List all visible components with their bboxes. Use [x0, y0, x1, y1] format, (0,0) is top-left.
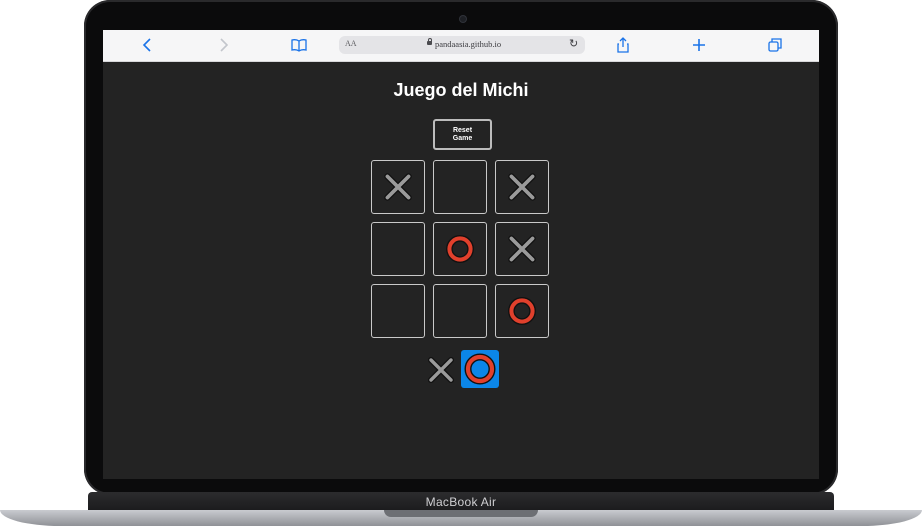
- reload-icon[interactable]: ↻: [569, 37, 578, 50]
- reset-game-label: Reset Game: [452, 126, 473, 142]
- laptop-notch: [384, 510, 538, 517]
- board-cell[interactable]: [371, 160, 425, 214]
- url-text: pandaasia.github.io: [435, 39, 502, 49]
- o-mark-icon: [464, 353, 496, 385]
- turn-x-indicator: [425, 354, 457, 386]
- x-mark-icon: [428, 357, 454, 383]
- device-label: MacBook Air: [425, 495, 497, 509]
- x-mark-icon: [508, 173, 536, 201]
- address-bar[interactable]: AA pandaasia.github.io ↻: [339, 36, 585, 54]
- share-button[interactable]: [613, 36, 633, 54]
- board-cell[interactable]: [371, 222, 425, 276]
- share-icon: [617, 37, 629, 53]
- board-cell[interactable]: [433, 284, 487, 338]
- o-mark-icon: [508, 297, 536, 325]
- back-button[interactable]: [138, 36, 158, 54]
- tabs-button[interactable]: [765, 36, 785, 54]
- reset-game-button[interactable]: Reset Game: [433, 119, 492, 150]
- board-cell[interactable]: [371, 284, 425, 338]
- chevron-right-icon: [220, 38, 229, 52]
- x-mark-icon: [384, 173, 412, 201]
- lock-icon: [427, 38, 432, 45]
- browser-window: AA pandaasia.github.io ↻ Juego del Michi…: [103, 30, 819, 479]
- board-cell[interactable]: [495, 222, 549, 276]
- turn-o-indicator-active: [461, 350, 499, 388]
- tabs-icon: [768, 38, 782, 52]
- chevron-left-icon: [142, 38, 151, 52]
- new-tab-button[interactable]: [689, 36, 709, 54]
- safari-toolbar: AA pandaasia.github.io ↻: [103, 30, 819, 62]
- bookmarks-button[interactable]: [289, 36, 309, 54]
- forward-button[interactable]: [213, 36, 233, 54]
- board-cell[interactable]: [433, 222, 487, 276]
- plus-icon: [693, 39, 705, 51]
- board-cell[interactable]: [495, 160, 549, 214]
- page-title: Juego del Michi: [393, 80, 529, 100]
- board-cell[interactable]: [433, 160, 487, 214]
- board-cell[interactable]: [495, 284, 549, 338]
- turn-indicator: [425, 350, 505, 390]
- camera-icon: [460, 16, 466, 22]
- book-icon: [291, 39, 307, 52]
- game-board: [371, 160, 553, 342]
- reader-aa-button[interactable]: AA: [345, 39, 357, 48]
- o-mark-icon: [446, 235, 474, 263]
- x-mark-icon: [508, 235, 536, 263]
